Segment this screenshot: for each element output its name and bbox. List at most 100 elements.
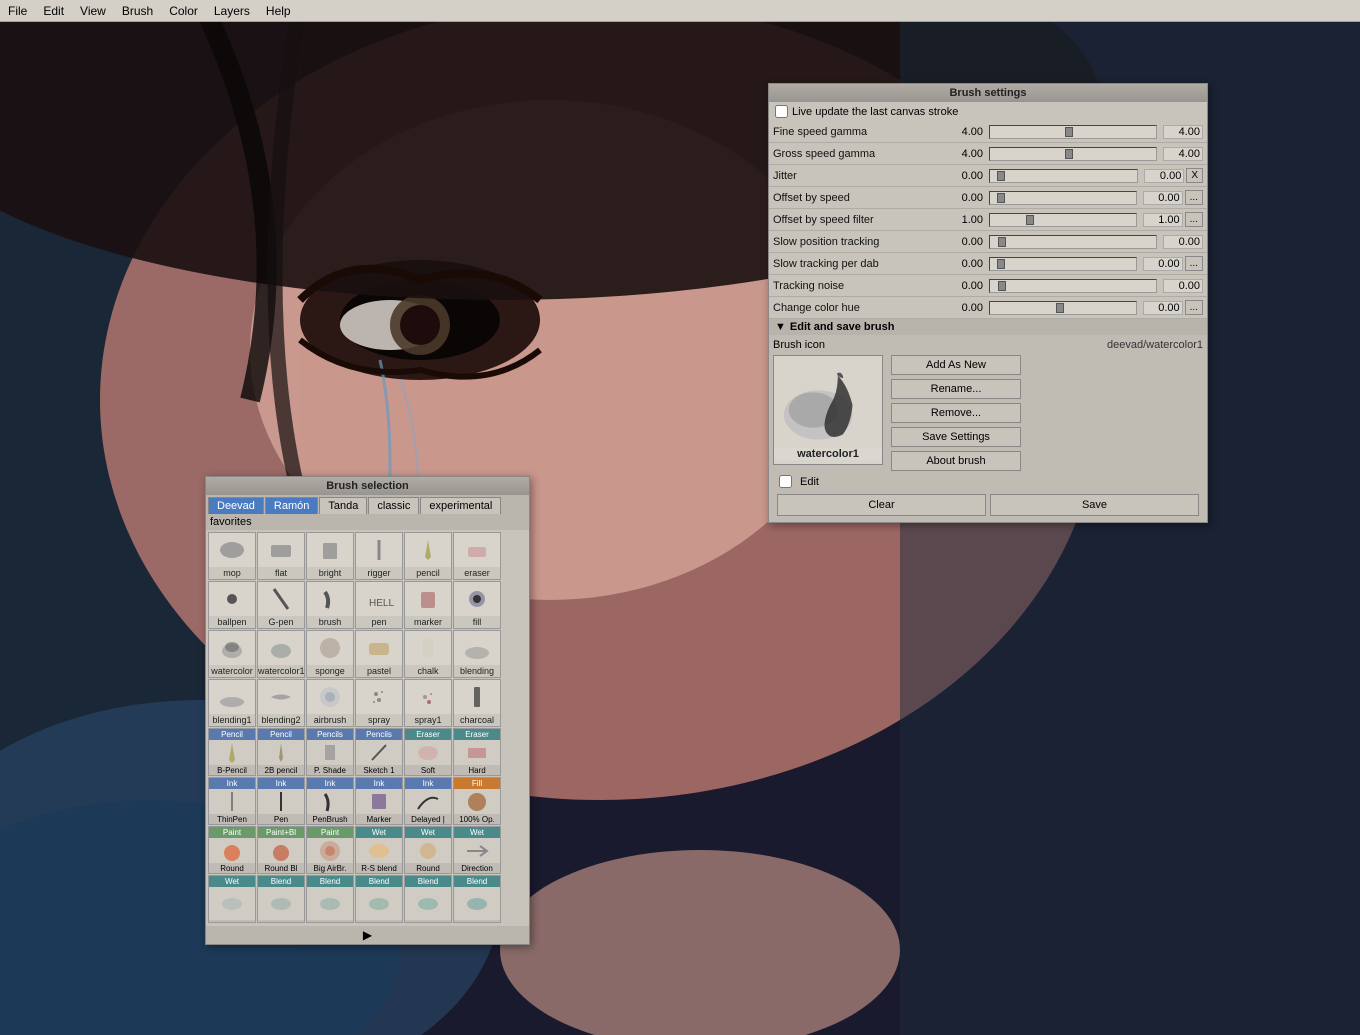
brush-flat[interactable]: flat xyxy=(257,532,305,580)
brush-pen[interactable]: Ink Pen xyxy=(257,777,305,825)
brush-blend-5[interactable]: Blend xyxy=(453,875,501,923)
tracking-noise-slider[interactable] xyxy=(989,279,1157,293)
brush-blending1[interactable]: blending1 xyxy=(208,679,256,727)
tab-classic[interactable]: classic xyxy=(368,497,419,514)
brush-blending2[interactable]: blending2 xyxy=(257,679,305,727)
add-as-new-btn[interactable]: Add As New xyxy=(891,355,1021,375)
rename-btn[interactable]: Rename... xyxy=(891,379,1021,399)
brush-paint-round[interactable]: Paint Round xyxy=(208,826,256,874)
color-hue-dots-btn[interactable]: ... xyxy=(1185,300,1203,315)
favorites-row: favorites xyxy=(206,514,529,530)
brush-blending[interactable]: blending xyxy=(453,630,501,678)
brush-mop[interactable]: mop xyxy=(208,532,256,580)
save-btn[interactable]: Save xyxy=(990,494,1199,516)
brush-row-2: ballpen G-pen brush HELLO pen marker fil… xyxy=(208,581,527,629)
brush-blend-3[interactable]: Blend xyxy=(355,875,403,923)
about-brush-btn[interactable]: About brush xyxy=(891,451,1021,471)
brush-eraser[interactable]: eraser xyxy=(453,532,501,580)
tab-experimental[interactable]: experimental xyxy=(420,497,501,514)
brush-labeled-row-4: Wet Blend Blend Blend Blend xyxy=(208,875,527,923)
gross-speed-row: Gross speed gamma 4.00 4.00 xyxy=(769,143,1207,165)
color-hue-slider[interactable] xyxy=(989,301,1137,315)
brush-brush[interactable]: brush xyxy=(306,581,354,629)
brush-charcoal[interactable]: charcoal xyxy=(453,679,501,727)
fine-speed-slider[interactable] xyxy=(989,125,1157,139)
brush-watercolor[interactable]: watercolor xyxy=(208,630,256,678)
clear-btn[interactable]: Clear xyxy=(777,494,986,516)
brush-ballpen[interactable]: ballpen xyxy=(208,581,256,629)
brush-row-1: mop flat bright rigger pencil eraser xyxy=(208,532,527,580)
brush-eraser-soft[interactable]: Eraser Soft xyxy=(404,728,452,776)
brush-sponge[interactable]: sponge xyxy=(306,630,354,678)
tab-ramon[interactable]: Ramón xyxy=(265,497,318,514)
brush-fill-100[interactable]: Fill 100% Op. xyxy=(453,777,501,825)
brush-chalk[interactable]: chalk xyxy=(404,630,452,678)
brush-fill[interactable]: fill xyxy=(453,581,501,629)
menu-view[interactable]: View xyxy=(72,2,114,20)
menu-help[interactable]: Help xyxy=(258,2,299,20)
brush-2b-pencil[interactable]: Pencil 2B pencil xyxy=(257,728,305,776)
brush-pencil[interactable]: pencil xyxy=(404,532,452,580)
live-update-row: Live update the last canvas stroke xyxy=(769,102,1207,121)
offset-filter-slider[interactable] xyxy=(989,213,1137,227)
brush-spray1[interactable]: spray1 xyxy=(404,679,452,727)
brush-marker-ink[interactable]: Ink Marker xyxy=(355,777,403,825)
save-settings-btn[interactable]: Save Settings xyxy=(891,427,1021,447)
brush-big-airbrush[interactable]: Paint Big AirBr. xyxy=(306,826,354,874)
brush-gpen[interactable]: G-pen xyxy=(257,581,305,629)
menu-color[interactable]: Color xyxy=(161,2,206,20)
menu-edit[interactable]: Edit xyxy=(35,2,72,20)
jitter-slider[interactable] xyxy=(989,169,1138,183)
brush-watercolor1[interactable]: watercolor1 xyxy=(257,630,305,678)
brush-blend-2[interactable]: Blend xyxy=(306,875,354,923)
slow-track-dots-btn[interactable]: ... xyxy=(1185,256,1203,271)
jitter-x-btn[interactable]: X xyxy=(1186,168,1203,183)
brush-grid: mop flat bright rigger pencil eraser xyxy=(206,530,529,926)
live-update-checkbox[interactable] xyxy=(775,105,788,118)
tab-tanda[interactable]: Tanda xyxy=(319,497,367,514)
edit-checkbox[interactable] xyxy=(779,475,792,488)
offset-speed-slider[interactable] xyxy=(989,191,1137,205)
brush-labeled-row-3: Paint Round Paint+Bl Round Bl Paint Big … xyxy=(208,826,527,874)
brush-pastel[interactable]: pastel xyxy=(355,630,403,678)
menu-layers[interactable]: Layers xyxy=(206,2,258,20)
slow-pos-row: Slow position tracking 0.00 0.00 xyxy=(769,231,1207,253)
edit-save-section: Brush icon deevad/watercolor1 xyxy=(769,335,1207,522)
offset-filter-dots-btn[interactable]: ... xyxy=(1185,212,1203,227)
brush-rigger[interactable]: rigger xyxy=(355,532,403,580)
gross-speed-slider[interactable] xyxy=(989,147,1157,161)
clear-save-row: Clear Save xyxy=(773,492,1203,518)
brush-wet-last[interactable]: Wet xyxy=(208,875,256,923)
remove-btn[interactable]: Remove... xyxy=(891,403,1021,423)
brush-pen[interactable]: HELLO pen xyxy=(355,581,403,629)
brush-blend-4[interactable]: Blend xyxy=(404,875,452,923)
brush-wet-round[interactable]: Wet Round xyxy=(404,826,452,874)
slow-pos-slider[interactable] xyxy=(989,235,1157,249)
brush-name: deevad/watercolor1 xyxy=(1107,339,1203,351)
brush-airbrush[interactable]: airbrush xyxy=(306,679,354,727)
brush-bright[interactable]: bright xyxy=(306,532,354,580)
brush-rs-blend[interactable]: Wet R-S blend xyxy=(355,826,403,874)
brush-delayed[interactable]: Ink Delayed | xyxy=(404,777,452,825)
tab-deevad[interactable]: Deevad xyxy=(208,497,264,514)
scroll-arrow[interactable]: ▶ xyxy=(206,926,529,944)
brush-paint-round-blend[interactable]: Paint+Bl Round Bl xyxy=(257,826,305,874)
brush-eraser-hard[interactable]: Eraser Hard xyxy=(453,728,501,776)
brush-p-shade[interactable]: Pencils P. Shade xyxy=(306,728,354,776)
menu-brush[interactable]: Brush xyxy=(114,2,161,20)
brush-selection-panel: Brush selection Deevad Ramón Tanda class… xyxy=(205,476,530,945)
brush-penbrush[interactable]: Ink PenBrush xyxy=(306,777,354,825)
offset-speed-dots-btn[interactable]: ... xyxy=(1185,190,1203,205)
brush-labeled-row-2: Ink ThinPen Ink Pen Ink PenBrush Ink Mar… xyxy=(208,777,527,825)
brush-b-pencil[interactable]: Pencil B-Pencil xyxy=(208,728,256,776)
brush-row-4: blending1 blending2 airbrush spray spray… xyxy=(208,679,527,727)
brush-blend-1[interactable]: Blend xyxy=(257,875,305,923)
brush-marker[interactable]: marker xyxy=(404,581,452,629)
brush-spray[interactable]: spray xyxy=(355,679,403,727)
slow-track-slider[interactable] xyxy=(989,257,1137,271)
brush-sketch1[interactable]: Pencils Sketch 1 xyxy=(355,728,403,776)
brush-wet-direction[interactable]: Wet Direction xyxy=(453,826,501,874)
brush-row-3: watercolor watercolor1 sponge pastel cha… xyxy=(208,630,527,678)
brush-thinpen[interactable]: Ink ThinPen xyxy=(208,777,256,825)
menu-file[interactable]: File xyxy=(0,2,35,20)
